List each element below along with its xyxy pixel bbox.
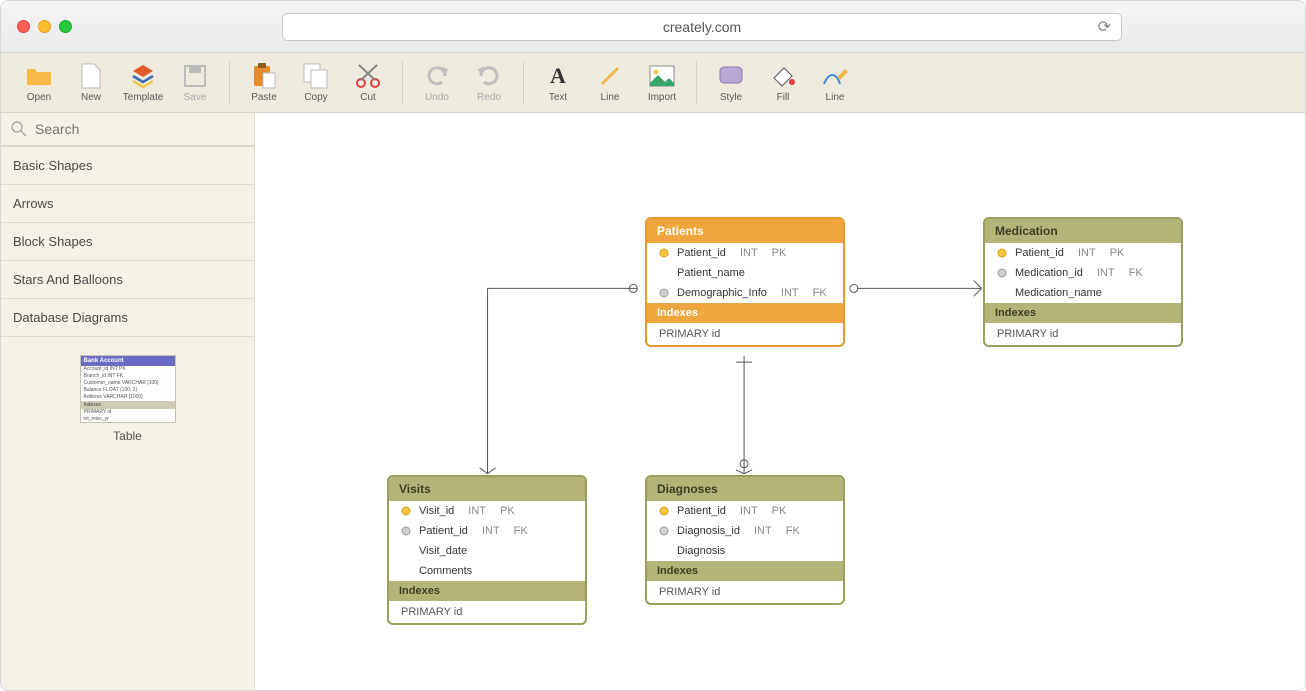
minimize-window-button[interactable] xyxy=(38,20,51,33)
foreign-key-icon xyxy=(659,288,669,298)
line-tool-button[interactable]: Line xyxy=(586,56,634,110)
redo-icon xyxy=(476,63,502,89)
category-arrows[interactable]: Arrows xyxy=(1,185,254,223)
window-controls xyxy=(17,20,72,33)
field-row: Medication_name xyxy=(985,283,1181,303)
template-icon xyxy=(130,63,156,89)
primary-key-icon xyxy=(401,506,411,516)
field-row: Patient_id INT PK xyxy=(647,501,843,521)
foreign-key-icon xyxy=(401,526,411,536)
file-icon xyxy=(78,63,104,89)
reload-icon[interactable]: ⟳ xyxy=(1098,17,1111,37)
url-bar[interactable]: creately.com ⟳ xyxy=(282,13,1122,41)
index-row: PRIMARY id xyxy=(389,601,585,623)
text-tool-button[interactable]: A Text xyxy=(534,56,582,110)
separator xyxy=(696,61,697,105)
indexes-header: Indexes xyxy=(647,561,843,581)
fill-icon xyxy=(770,63,796,89)
primary-key-icon xyxy=(997,248,1007,258)
category-block-shapes[interactable]: Block Shapes xyxy=(1,223,254,261)
text-icon: A xyxy=(545,63,571,89)
entity-visits[interactable]: Visits Visit_id INT PK Patient_id INT FK… xyxy=(387,475,587,625)
field-row: Patient_name xyxy=(647,263,843,283)
index-row: PRIMARY id xyxy=(647,581,843,603)
pencil-line-icon xyxy=(822,63,848,89)
index-row: PRIMARY id xyxy=(647,323,843,345)
cut-button[interactable]: Cut xyxy=(344,56,392,110)
image-icon xyxy=(649,63,675,89)
entity-title: Patients xyxy=(647,219,843,243)
undo-button[interactable]: Undo xyxy=(413,56,461,110)
indexes-header: Indexes xyxy=(985,303,1181,323)
entity-title: Diagnoses xyxy=(647,477,843,501)
save-icon xyxy=(182,63,208,89)
new-button[interactable]: New xyxy=(67,56,115,110)
index-row: PRIMARY id xyxy=(985,323,1181,345)
line-icon xyxy=(597,63,623,89)
undo-icon xyxy=(424,63,450,89)
copy-button[interactable]: Copy xyxy=(292,56,340,110)
field-row: Demographic_Info INT FK xyxy=(647,283,843,303)
search-icon xyxy=(11,121,27,137)
field-row: Visit_id INT PK xyxy=(389,501,585,521)
category-basic-shapes[interactable]: Basic Shapes xyxy=(1,147,254,185)
field-row: Diagnosis xyxy=(647,541,843,561)
search-input[interactable] xyxy=(35,121,244,137)
toolbar: Open New Template Save Paste Copy Cut xyxy=(1,53,1305,113)
folder-icon xyxy=(26,63,52,89)
url-text: creately.com xyxy=(663,19,741,35)
line-style-button[interactable]: Line xyxy=(811,56,859,110)
work-area: Basic Shapes Arrows Block Shapes Stars A… xyxy=(1,113,1305,690)
style-icon xyxy=(718,63,744,89)
maximize-window-button[interactable] xyxy=(59,20,72,33)
redo-button[interactable]: Redo xyxy=(465,56,513,110)
fill-button[interactable]: Fill xyxy=(759,56,807,110)
save-button[interactable]: Save xyxy=(171,56,219,110)
entity-title: Medication xyxy=(985,219,1181,243)
indexes-header: Indexes xyxy=(389,581,585,601)
thumbnail-label: Table xyxy=(113,429,142,443)
copy-icon xyxy=(303,63,329,89)
field-row: Patient_id INT PK xyxy=(985,243,1181,263)
indexes-header: Indexes xyxy=(647,303,843,323)
field-row: Patient_id INT PK xyxy=(647,243,843,263)
foreign-key-icon xyxy=(997,268,1007,278)
style-button[interactable]: Style xyxy=(707,56,755,110)
separator xyxy=(402,61,403,105)
cut-icon xyxy=(355,63,381,89)
canvas[interactable]: Patients Patient_id INT PK Patient_name … xyxy=(255,113,1305,690)
table-shape-thumbnail[interactable]: Bank Account Account_id INT PK Branch_id… xyxy=(80,355,176,423)
paste-button[interactable]: Paste xyxy=(240,56,288,110)
separator xyxy=(229,61,230,105)
search-box[interactable] xyxy=(1,113,254,147)
close-window-button[interactable] xyxy=(17,20,30,33)
field-row: Comments xyxy=(389,561,585,581)
separator xyxy=(523,61,524,105)
primary-key-icon xyxy=(659,248,669,258)
primary-key-icon xyxy=(659,506,669,516)
entity-patients[interactable]: Patients Patient_id INT PK Patient_name … xyxy=(645,217,845,347)
category-database-diagrams[interactable]: Database Diagrams xyxy=(1,299,254,337)
field-row: Patient_id INT FK xyxy=(389,521,585,541)
category-stars-balloons[interactable]: Stars And Balloons xyxy=(1,261,254,299)
entity-title: Visits xyxy=(389,477,585,501)
titlebar: creately.com ⟳ xyxy=(1,1,1305,53)
foreign-key-icon xyxy=(659,526,669,536)
field-row: Visit_date xyxy=(389,541,585,561)
open-button[interactable]: Open xyxy=(15,56,63,110)
field-row: Diagnosis_id INT FK xyxy=(647,521,843,541)
sidebar: Basic Shapes Arrows Block Shapes Stars A… xyxy=(1,113,255,690)
field-row: Medication_id INT FK xyxy=(985,263,1181,283)
entity-medication[interactable]: Medication Patient_id INT PK Medication_… xyxy=(983,217,1183,347)
shape-palette: Bank Account Account_id INT PK Branch_id… xyxy=(1,337,254,461)
entity-diagnoses[interactable]: Diagnoses Patient_id INT PK Diagnosis_id… xyxy=(645,475,845,605)
import-button[interactable]: Import xyxy=(638,56,686,110)
paste-icon xyxy=(251,63,277,89)
template-button[interactable]: Template xyxy=(119,56,167,110)
